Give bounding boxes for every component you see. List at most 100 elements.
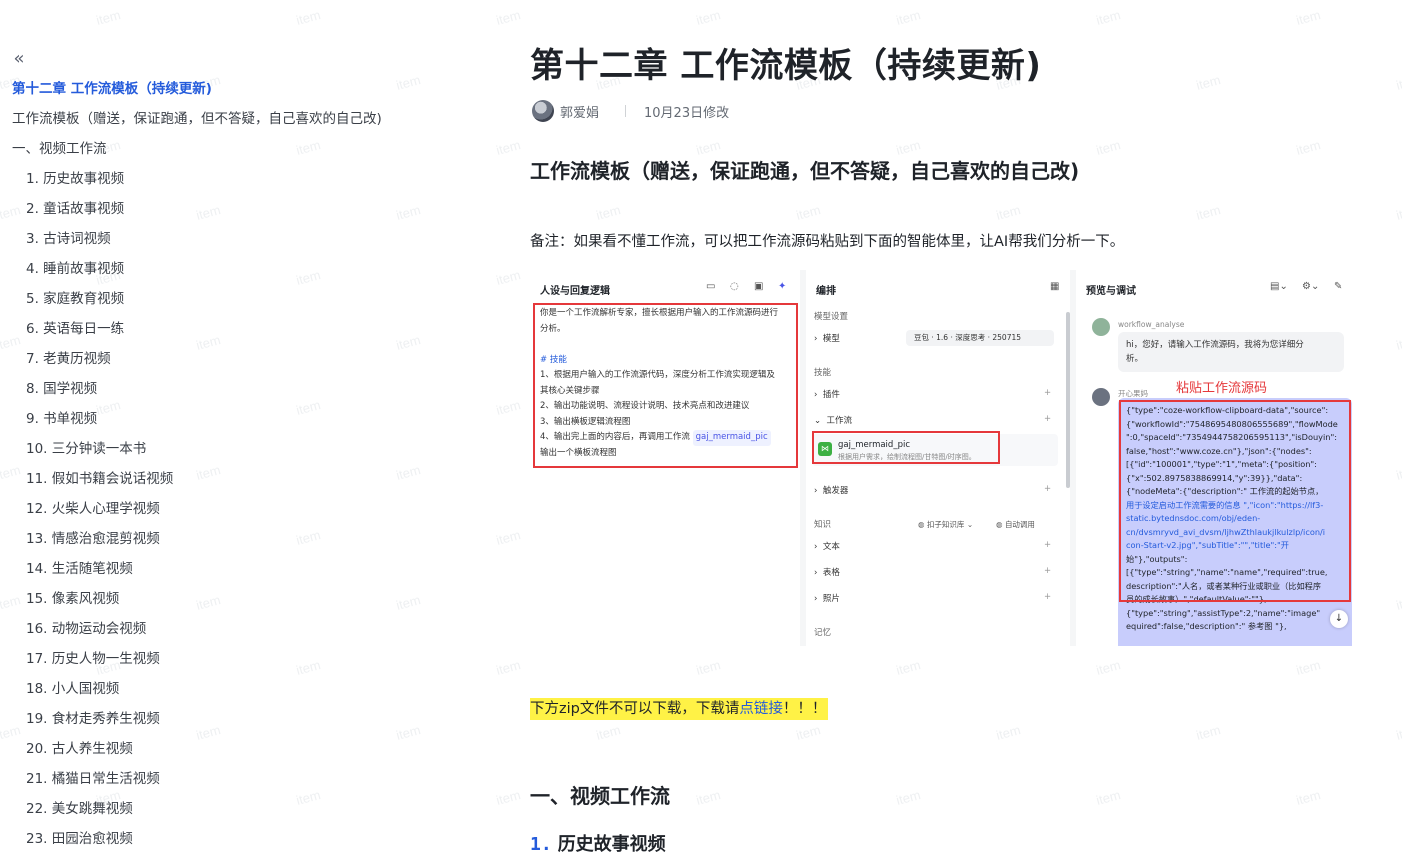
add-text-icon: + [1044,540,1052,550]
watermark-text: item [494,137,523,158]
toc-item[interactable]: 19. 食材走秀养生视频 [12,706,432,736]
download-notice-suffix: ！！！ [782,701,827,717]
toc-item[interactable]: 18. 小人国视频 [12,676,432,706]
toc-item[interactable]: 23. 田园治愈视频 [12,826,432,856]
model-label: 模型 [822,334,840,344]
toc-item[interactable]: 13. 情感治愈混剪视频 [12,526,432,556]
toc-item[interactable]: 8. 国学视频 [12,376,432,406]
doc-meta: 郭爱娟 10月23日修改 [532,99,729,123]
toc-item[interactable]: 2. 童话故事视频 [12,196,432,226]
save-icon: ▭ [706,281,716,292]
toc-item[interactable]: 20. 古人养生视频 [12,736,432,766]
persona-prompt: 你是一个工作流解析专家，擅长根据用户输入的工作流源码进行 分析。 # 技能 1、… [540,306,795,461]
watermark-text: item [1394,332,1402,353]
table-label: 表格 [822,568,840,578]
prompt-line: 你是一个工作流解析专家，擅长根据用户输入的工作流源码进行 [540,308,779,318]
prompt-line: 4、输出完上面的内容后，再调用工作流 gaj_mermaid_pic [540,430,795,446]
photo-row: › 照片 + [814,592,1052,604]
toc-item[interactable]: 5. 家庭教育视频 [12,286,432,316]
scroll-down-icon: ↓ [1330,610,1348,628]
heading-video-workflow: 一、视频工作流 [530,784,670,808]
toc-item[interactable]: 16. 动物运动会视频 [12,616,432,646]
watermark-text: item [1394,202,1402,223]
prompt-line [540,337,795,353]
toc-item[interactable]: 21. 橘猫日常生活视频 [12,766,432,796]
auto-call: ◍ 自动调用 [996,520,1035,529]
kb-tool-label: 扣子知识库 [926,520,965,529]
json-line: {"type":"string","assistType":2,"name":"… [1126,607,1321,618]
toc-item[interactable]: 1. 历史故事视频 [12,166,432,196]
bot-message-line: hi，您好，请输入工作流源码，我将为您详细分 [1126,340,1304,350]
toc-item[interactable]: 14. 生活随笔视频 [12,556,432,586]
bot-name: workflow_analyse [1118,320,1185,329]
watermark-text: item [494,397,523,418]
panel-scrollbar [1066,312,1070,488]
download-notice: 下方zip文件不可以下载，下载请点链接！！！ [530,698,829,720]
watermark-text: item [1394,722,1402,743]
bulb-icon: ◌ [730,281,739,292]
collapse-sidebar-icon[interactable]: « [8,48,30,70]
json-highlight-box [1119,400,1351,602]
skills-label: 技能 [814,368,832,378]
toc-item[interactable]: 一、视频工作流 [12,136,432,166]
toc-item[interactable]: 第十二章 工作流模板（持续更新) [12,76,432,106]
knowledge-label: 知识 [814,520,832,530]
toc-list: 第十二章 工作流模板（持续更新) 工作流模板（赠送，保证跑通，但不答疑，自己喜欢的… [12,76,432,856]
prompt-line: 2、输出功能说明、流程设计说明、技术亮点和改进建议 [540,401,750,411]
page-title: 第十二章 工作流模板（持续更新) [530,46,1042,86]
plugin-row: › 插件 + [814,388,1052,400]
text-row: › 文本 + [814,540,1052,552]
arrange-panel-title: 编排 [816,286,836,297]
arrange-panel: 编排 ▦ 模型设置 › 模型 豆包 · 1.6 · 深度思考 · 250715 … [806,270,1070,646]
toc-item[interactable]: 11. 假如书籍会说话视频 [12,466,432,496]
toc-item[interactable]: 12. 火柴人心理学视频 [12,496,432,526]
memory-label: 记忆 [814,628,832,638]
bot-message: hi，您好，请输入工作流源码，我将为您详细分 析。 [1118,332,1344,372]
toc-item[interactable]: 15. 像素风视频 [12,586,432,616]
workflow-chip: gaj_mermaid_pic [692,430,771,446]
heading-number: 1. [530,834,552,855]
bot-message-line: 析。 [1126,354,1144,364]
toc-item[interactable]: 工作流模板（赠送，保证跑通，但不答疑，自己喜欢的自己改) [12,106,432,136]
download-notice-prefix: 下方zip文件不可以下载，下载请 [530,701,740,717]
add-photo-icon: + [1044,592,1052,602]
add-table-icon: + [1044,566,1052,576]
toc-item[interactable]: 9. 书单视频 [12,406,432,436]
toc-item[interactable]: 17. 历史人物一生视频 [12,646,432,676]
document-body: 第十二章 工作流模板（持续更新) 郭爱娟 10月23日修改 工作流模板（赠送，保… [530,0,1370,856]
user-avatar [1092,388,1110,406]
settings-icon: ⚙⌄ [1302,281,1320,292]
history-icon: ▤⌄ [1270,281,1288,292]
watermark-text: item [1394,462,1402,483]
prompt-line: 其核心关键步骤 [540,385,600,396]
author-avatar[interactable] [532,100,554,122]
plugin-label: 插件 [822,390,840,400]
grid-icon: ▦ [1050,281,1060,292]
workflow-highlight-box [812,431,1000,464]
workflow-label: 工作流 [826,416,853,426]
note-text: 备注：如果看不懂工作流，可以把工作流源码粘贴到下面的智能体里，让AI帮我们分析一… [530,234,1125,250]
toc-item[interactable]: 7. 老黄历视频 [12,346,432,376]
panel-icon: ▣ [754,281,764,292]
toc-item[interactable]: 22. 美女跳舞视频 [12,796,432,826]
toc-item[interactable]: 4. 睡前故事视频 [12,256,432,286]
watermark-text: item [1394,592,1402,613]
model-row: › 模型 [814,334,840,344]
watermark-text: item [494,267,523,288]
download-link[interactable]: 点链接 [739,701,783,717]
prompt-line: # 技能 [540,354,567,365]
toc-item[interactable]: 10. 三分钟读一本书 [12,436,432,466]
json-line: equired":false,"description":" 参考图 "}, [1126,621,1287,631]
add-plugin-icon: + [1044,388,1052,398]
trigger-label: 触发器 [822,486,849,496]
add-workflow-icon: + [1044,414,1052,424]
toc-item[interactable]: 3. 古诗词视频 [12,226,432,256]
toc-item[interactable]: 6. 英语每日一练 [12,316,432,346]
heading-history-story: 1. 历史故事视频 [530,830,666,856]
watermark-text: item [494,787,523,808]
embedded-screenshot[interactable]: 人设与回复逻辑 ▭ ◌ ▣ ✦ 你是一个工作流解析专家，擅长根据用户输入的工作流… [530,270,1352,646]
heading-text: 历史故事视频 [557,834,666,855]
author-name[interactable]: 郭爱娟 [560,102,599,121]
prompt-line: 3、输出横板逻辑流程图 [540,416,631,427]
paste-annotation: 粘贴工作流源码 [1176,381,1268,396]
